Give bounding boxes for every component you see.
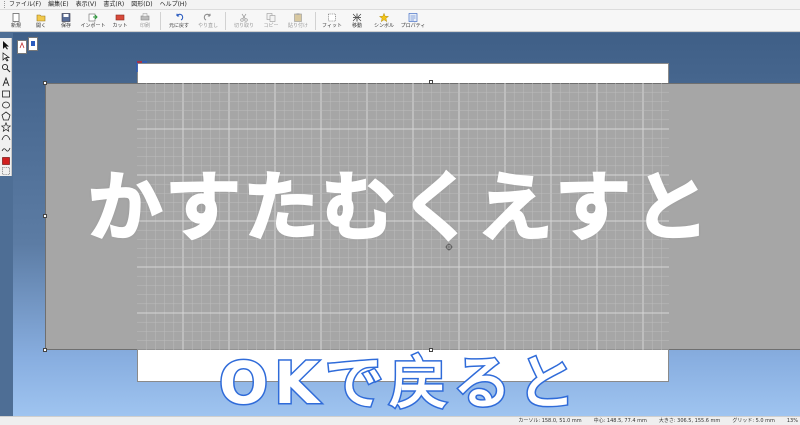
star-shape-tool[interactable] <box>1 122 11 132</box>
origin-marker-icon <box>136 61 147 72</box>
scissors-icon <box>240 13 248 22</box>
page-thumbnails[interactable] <box>17 37 39 59</box>
star-icon <box>379 13 389 22</box>
save-icon <box>61 13 71 22</box>
polygon-tool[interactable] <box>1 111 11 121</box>
curve-icon <box>1 135 11 141</box>
import-button[interactable]: インポート <box>79 10 107 32</box>
text-tool-icon <box>2 77 10 87</box>
print-button[interactable]: 印刷 <box>133 10 157 32</box>
undo-icon <box>176 13 184 21</box>
new-file-icon <box>12 13 20 22</box>
toolbar-separator <box>315 12 316 30</box>
cut-icon <box>115 14 125 21</box>
menu-format[interactable]: 書式(R) <box>103 0 124 10</box>
symbol-button[interactable]: シンボル <box>370 10 398 32</box>
properties-icon <box>408 13 418 22</box>
paste-icon <box>294 13 302 22</box>
print-label: 印刷 <box>139 23 150 29</box>
selection-handle-top-left[interactable] <box>43 81 47 85</box>
menu-view[interactable]: 表示(V) <box>76 0 97 10</box>
freehand-icon <box>1 147 11 152</box>
selection-handle-top[interactable] <box>429 80 433 84</box>
cut-selection-button[interactable]: 切り取り <box>230 10 258 32</box>
menu-file[interactable]: ファイル(F) <box>9 0 41 10</box>
node-select-icon <box>2 52 11 62</box>
properties-label: プロパティ <box>400 23 426 29</box>
redo-button[interactable]: やり直し <box>194 10 222 32</box>
rectangle-tool[interactable] <box>1 89 11 99</box>
print-icon <box>140 13 150 21</box>
curve-tool[interactable] <box>1 133 11 143</box>
zoom-icon <box>1 63 11 73</box>
ellipse-icon <box>2 101 10 109</box>
menu-shape[interactable]: 図形(D) <box>131 0 152 10</box>
status-grid: グリッド: 5.0 mm <box>732 417 775 424</box>
fit-button[interactable]: フィット <box>320 10 344 32</box>
save-button[interactable]: 保存 <box>54 10 78 32</box>
paste-button[interactable]: 貼り付け <box>284 10 312 32</box>
select-arrow-icon <box>3 41 9 50</box>
toolbar-separator <box>160 12 161 30</box>
rectangle-icon <box>2 90 10 98</box>
star-shape-icon <box>1 122 11 132</box>
text-tool[interactable] <box>1 77 11 87</box>
main-caption: かすたむくえすと <box>87 164 712 253</box>
cut-button[interactable]: カット <box>108 10 132 32</box>
ellipse-tool[interactable] <box>1 100 11 110</box>
status-cursor: カーソル: 158.0, 51.0 mm <box>518 417 582 424</box>
copy-button[interactable]: コピー <box>259 10 283 32</box>
freehand-tool[interactable] <box>1 144 11 154</box>
toolbar-separator <box>225 12 226 30</box>
open-button[interactable]: 開く <box>29 10 53 32</box>
redo-label: やり直し <box>197 23 218 29</box>
zoom-tool[interactable] <box>1 63 11 73</box>
move-button[interactable]: 移動 <box>345 10 369 32</box>
new-button[interactable]: 新規 <box>4 10 28 32</box>
redo-icon <box>203 13 211 21</box>
menu-grip <box>4 1 6 8</box>
status-zoom: 13% <box>786 417 798 424</box>
paste-label: 貼り付け <box>287 23 308 29</box>
fit-icon <box>328 13 336 22</box>
toolbar: 新規 開く 保存 インポート カット 印刷 元に戻す やり直し 切り取り コピー… <box>0 10 800 32</box>
move-icon <box>352 13 362 22</box>
status-size: 大きさ: 306.5, 155.6 mm <box>658 417 721 424</box>
undo-button[interactable]: 元に戻す <box>165 10 193 32</box>
status-center: 中心: 148.5, 77.4 mm <box>593 417 647 424</box>
sub-caption: OKで戻ると <box>217 349 582 418</box>
polygon-icon <box>1 111 11 121</box>
page-thumbnail-icon <box>17 37 38 54</box>
properties-button[interactable]: プロパティ <box>399 10 427 32</box>
import-icon <box>88 13 98 22</box>
open-folder-icon <box>36 14 46 22</box>
select-arrow-tool[interactable] <box>1 40 11 50</box>
menu-bar: ファイル(F) 編集(E) 表示(V) 書式(R) 図形(D) ヘルプ(H) <box>0 0 800 10</box>
copy-icon <box>266 13 276 22</box>
menu-edit[interactable]: 編集(E) <box>48 0 68 10</box>
menu-help[interactable]: ヘルプ(H) <box>160 0 187 10</box>
status-bar: カーソル: 158.0, 51.0 mm 中心: 148.5, 77.4 mm … <box>0 416 800 425</box>
tool-palette <box>0 38 12 176</box>
node-select-tool[interactable] <box>1 52 11 62</box>
